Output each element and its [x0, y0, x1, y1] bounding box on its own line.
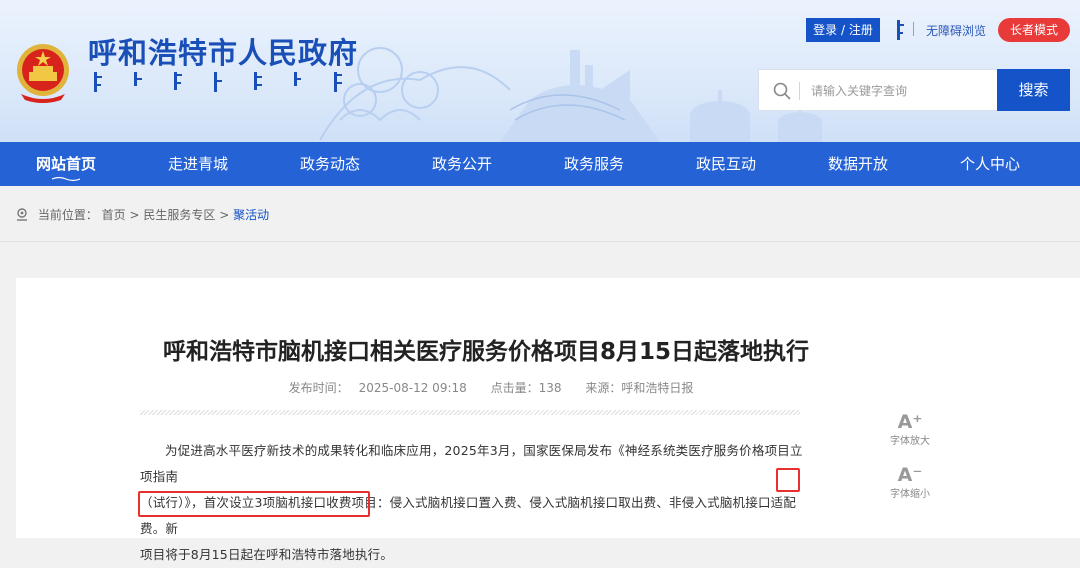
article-title: 呼和浩特市脑机接口相关医疗服务价格项目8月15日起落地执行 — [162, 339, 809, 365]
search-input[interactable] — [809, 70, 993, 112]
publish-time: 发布时间： 2025-08-12 09:18 — [288, 381, 467, 395]
highlight-char: 新 — [165, 521, 179, 536]
nav-item-disclosure[interactable]: 政务公开 — [396, 142, 528, 186]
breadcrumb-home[interactable]: 首页 — [102, 208, 126, 222]
paragraph-line-3: 项目将于8月15日起在呼和浩特市落地执行。 — [140, 547, 394, 562]
font-shrink-button[interactable]: A⁻ 字体缩小 — [880, 465, 940, 500]
highlight-box-2 — [138, 491, 370, 517]
font-enlarge-icon: A⁺ — [897, 411, 923, 433]
font-shrink-icon: A⁻ — [897, 464, 923, 486]
nav-item-interaction[interactable]: 政民互动 — [660, 142, 792, 186]
breadcrumb: 当前位置： 首页 > 民生服务专区 > 聚活动 — [16, 206, 269, 223]
accessibility-link[interactable]: 无障碍浏览 — [926, 22, 986, 39]
breadcrumb-prefix: 当前位置： — [37, 208, 98, 222]
nav-item-label: 网站首页 — [35, 155, 96, 173]
nav-item-services[interactable]: 政务服务 — [528, 142, 660, 186]
nav-item-label: 政务动态 — [299, 155, 360, 173]
nav-item-open-data[interactable]: 数据开放 — [792, 142, 924, 186]
search-icon — [773, 82, 791, 100]
national-emblem-icon — [17, 44, 69, 103]
login-register-button[interactable]: 登录 / 注册 — [806, 18, 880, 42]
header-divider — [913, 22, 914, 36]
breadcrumb-separator: > — [129, 208, 140, 222]
view-count: 点击量：138 — [490, 381, 562, 395]
search-divider — [799, 82, 800, 100]
elder-mode-button[interactable]: 长者模式 — [998, 18, 1070, 42]
paragraph-line-1: 为促进高水平医疗新技术的成果转化和临床应用，2025年3月，国家医保局发布《神经… — [140, 443, 803, 484]
location-pin-icon — [17, 208, 27, 221]
font-enlarge-label: 字体放大 — [890, 436, 930, 447]
font-enlarge-button[interactable]: A⁺ 字体放大 — [880, 412, 940, 447]
breadcrumb-livelihood[interactable]: 民生服务专区 — [143, 208, 215, 222]
highlight-box-1 — [776, 468, 800, 492]
breadcrumb-current[interactable]: 聚活动 — [233, 208, 269, 222]
mongolian-version-icon[interactable] — [894, 20, 904, 40]
article-card: 呼和浩特市脑机接口相关医疗服务价格项目8月15日起落地执行 发布时间： 2025-… — [16, 278, 1080, 562]
nav-item-label: 个人中心 — [959, 155, 1020, 173]
active-ornament-icon — [52, 176, 80, 182]
site-header: 呼和浩特市人民政府 登录 / 注册 无障碍浏览 长者模式 搜索 — [0, 0, 1080, 142]
breadcrumb-divider — [0, 241, 1080, 242]
nav-item-label: 走进青城 — [167, 155, 228, 173]
nav-item-label: 数据开放 — [827, 155, 888, 173]
title-divider — [140, 410, 800, 415]
nav-item-label: 政民互动 — [695, 155, 756, 173]
main-nav: 网站首页 走进青城 政务动态 政务公开 政务服务 政民互动 数据开放 个人中心 — [0, 142, 1080, 186]
nav-item-home[interactable]: 网站首页 — [0, 142, 132, 186]
nav-item-news[interactable]: 政务动态 — [264, 142, 396, 186]
site-title[interactable]: 呼和浩特市人民政府 — [88, 30, 358, 72]
article-source: 来源：呼和浩特日报 — [585, 381, 694, 395]
font-shrink-label: 字体缩小 — [890, 489, 930, 500]
search-box — [758, 69, 998, 112]
nav-item-personal-center[interactable]: 个人中心 — [924, 142, 1056, 186]
nav-item-label: 政务公开 — [431, 155, 492, 173]
nav-item-city[interactable]: 走进青城 — [132, 142, 264, 186]
nav-item-label: 政务服务 — [563, 155, 624, 173]
search-button[interactable]: 搜索 — [997, 69, 1070, 111]
breadcrumb-separator: > — [219, 208, 230, 222]
mongolian-script-title — [92, 70, 362, 98]
article-meta: 发布时间： 2025-08-12 09:18 点击量：138 来源：呼和浩特日报 — [16, 379, 956, 396]
